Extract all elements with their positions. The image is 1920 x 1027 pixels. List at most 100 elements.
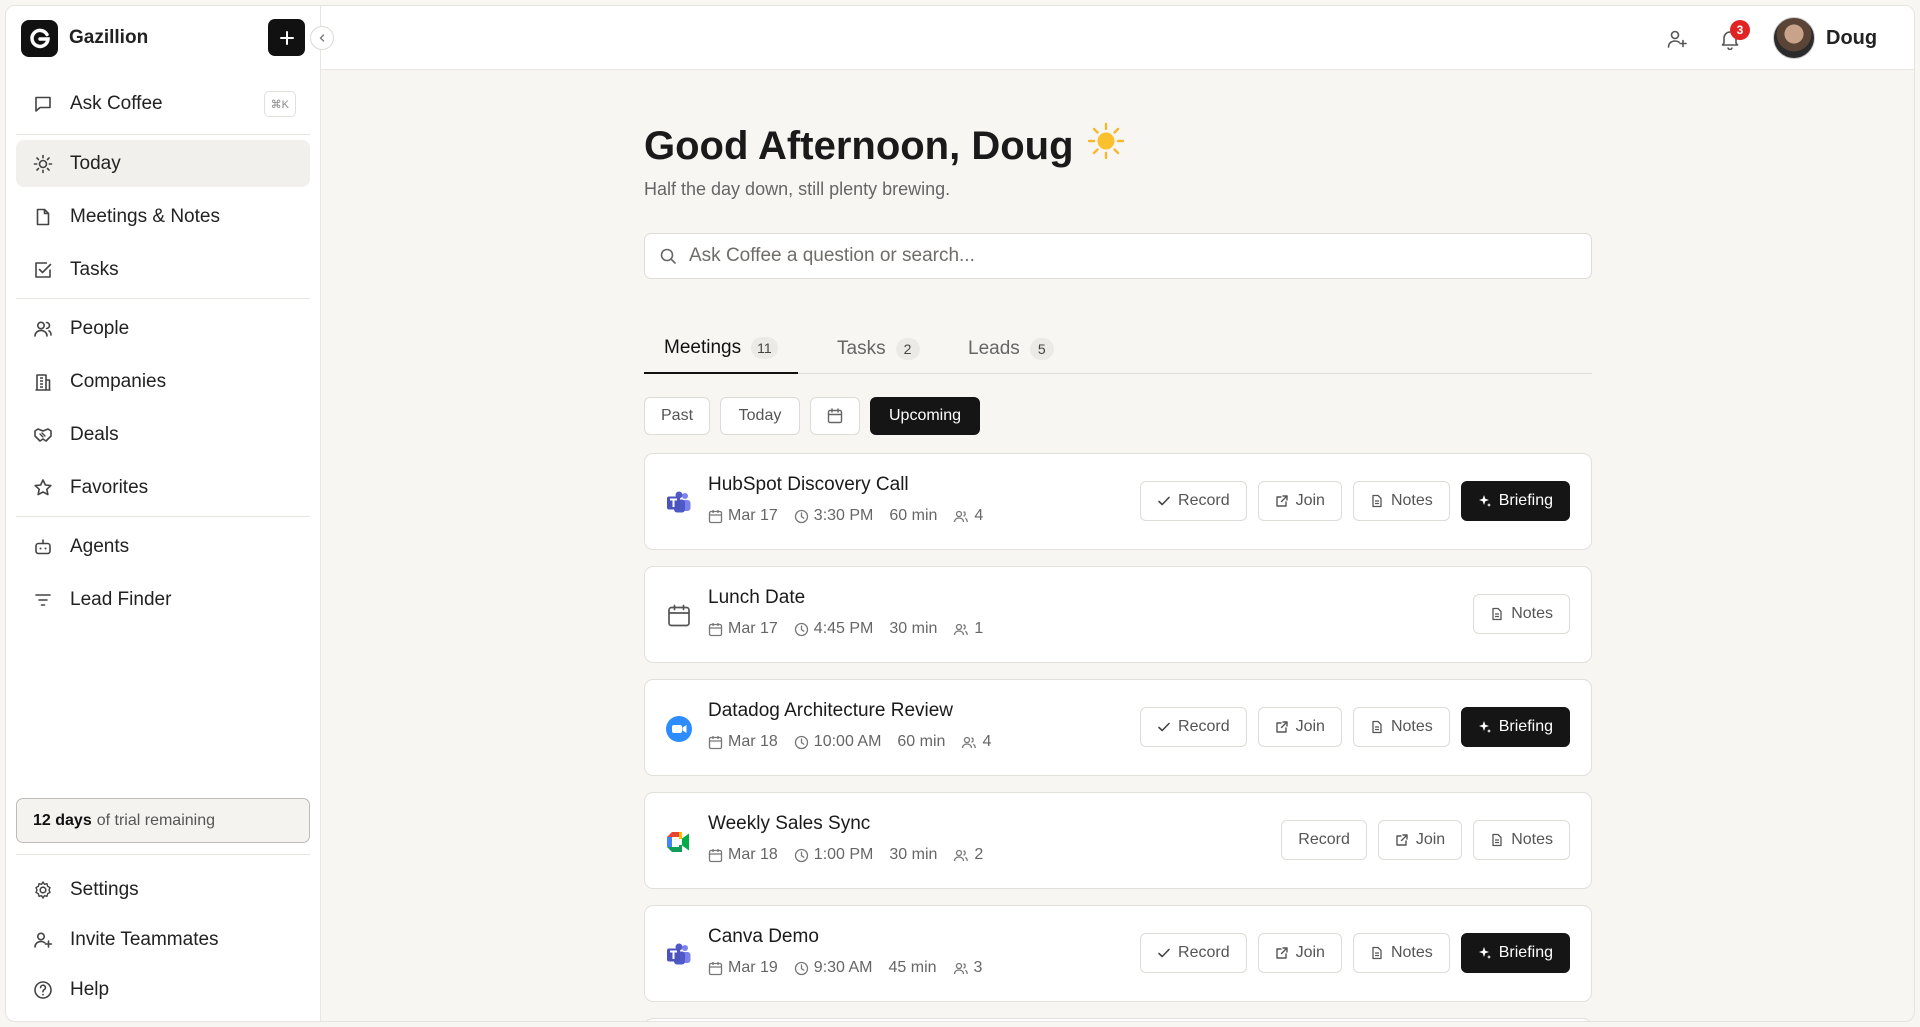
meeting-attendees: 3 — [973, 959, 983, 976]
record-button[interactable]: Record — [1140, 933, 1247, 973]
brand[interactable]: Gazillion — [21, 19, 148, 57]
meeting-title: Canva Demo — [708, 926, 819, 947]
notes-button[interactable]: Notes — [1473, 594, 1570, 634]
tab-tasks[interactable]: Tasks 2 — [837, 323, 920, 374]
calendar-icon — [827, 408, 843, 424]
meeting-card[interactable]: Canva Demo Mar 19 9:30 AM 45 min 3 Recor… — [644, 905, 1592, 1002]
clock-icon — [794, 735, 808, 749]
join-button[interactable]: Join — [1377, 820, 1463, 860]
notes-button[interactable]: Notes — [1352, 933, 1450, 973]
sidebar-item-meetings-notes[interactable]: Meetings & Notes — [16, 193, 310, 240]
check-icon — [1158, 948, 1170, 958]
tab-label: Leads — [968, 337, 1020, 359]
meeting-actions: Record Join Notes — [1281, 820, 1570, 860]
divider — [16, 134, 310, 135]
external-link-icon — [1275, 495, 1288, 507]
divider — [16, 298, 310, 299]
join-button[interactable]: Join — [1257, 481, 1342, 521]
meeting-actions: Record Join Notes Briefing — [1140, 933, 1570, 973]
record-button[interactable]: Record — [1140, 481, 1247, 521]
meeting-time: 9:30 AM — [813, 959, 873, 976]
sidebar-item-ask-coffee[interactable]: Ask Coffee ⌘K — [16, 80, 310, 127]
meeting-date: Mar 17 — [728, 620, 778, 637]
sidebar-item-label: Favorites — [70, 476, 149, 498]
sidebar-item-label: People — [70, 317, 130, 339]
meeting-card[interactable]: HubSpot Discovery Call Mar 17 3:30 PM 60… — [644, 453, 1592, 550]
meeting-card[interactable]: Lunch Date Mar 17 4:45 PM 30 min 1 Notes — [644, 566, 1592, 663]
meeting-time: 4:45 PM — [813, 620, 874, 637]
sidebar-item-tasks[interactable]: Tasks — [16, 246, 310, 293]
user-name[interactable]: Doug — [1826, 27, 1877, 50]
meeting-date: Mar 17 — [728, 507, 778, 524]
meeting-card-partial[interactable] — [644, 1018, 1592, 1021]
tab-count-badge: 5 — [1029, 337, 1054, 360]
notes-button[interactable]: Notes — [1352, 481, 1450, 521]
filter-past-button[interactable]: Past — [644, 397, 710, 435]
file-icon — [1372, 946, 1382, 960]
briefing-button[interactable]: Briefing — [1460, 933, 1570, 973]
trial-banner[interactable]: 12 days of trial remaining — [16, 798, 310, 843]
meeting-card[interactable]: Weekly Sales Sync Mar 18 1:00 PM 30 min … — [644, 792, 1592, 889]
sidebar-item-label: Lead Finder — [70, 588, 172, 610]
meeting-attendees: 1 — [974, 620, 984, 637]
search-box[interactable] — [644, 233, 1592, 279]
teams-icon — [665, 941, 693, 969]
file-icon — [1492, 607, 1502, 621]
meeting-time: 1:00 PM — [813, 846, 874, 863]
briefing-button[interactable]: Briefing — [1460, 707, 1570, 747]
tab-label: Meetings — [664, 336, 742, 358]
file-icon — [1492, 833, 1502, 847]
sidebar-item-help[interactable]: Help — [16, 966, 310, 1013]
notification-count-badge: 3 — [1730, 20, 1750, 40]
meeting-card[interactable]: Datadog Architecture Review Mar 18 10:00… — [644, 679, 1592, 776]
sidebar-item-invite-teammates[interactable]: Invite Teammates — [16, 916, 310, 963]
new-button[interactable] — [268, 19, 305, 56]
sidebar-item-people[interactable]: People — [16, 305, 310, 352]
people-icon — [962, 736, 977, 748]
join-button[interactable]: Join — [1257, 707, 1342, 747]
sidebar-item-favorites[interactable]: Favorites — [16, 464, 310, 511]
checkbox-icon — [32, 259, 54, 281]
invite-user-button[interactable] — [1664, 26, 1690, 52]
sidebar-item-agents[interactable]: Agents — [16, 523, 310, 570]
sidebar-item-deals[interactable]: Deals — [16, 411, 310, 458]
divider — [16, 854, 310, 855]
sun-icon — [32, 153, 54, 175]
meeting-duration: 60 min — [897, 733, 946, 750]
briefing-button[interactable]: Briefing — [1460, 481, 1570, 521]
filter-upcoming-button[interactable]: Upcoming — [870, 397, 980, 435]
search-icon — [660, 248, 676, 264]
meeting-title: Lunch Date — [708, 587, 806, 608]
meeting-meta: Mar 19 9:30 AM 45 min 3 — [708, 959, 998, 977]
subtitle: Half the day down, still plenty brewing. — [644, 179, 951, 199]
filter-date-button[interactable] — [810, 397, 860, 435]
avatar[interactable] — [1773, 17, 1815, 59]
sidebar-item-companies[interactable]: Companies — [16, 358, 310, 405]
gazillion-logo-icon — [21, 19, 58, 57]
sparkle-icon — [1478, 947, 1491, 959]
collapse-sidebar-button[interactable] — [310, 26, 334, 50]
meeting-duration: 60 min — [889, 507, 938, 524]
clock-icon — [794, 848, 808, 862]
trial-days: 12 days — [33, 811, 92, 829]
filter-today-button[interactable]: Today — [720, 397, 800, 435]
search-input[interactable] — [689, 245, 1569, 267]
tab-leads[interactable]: Leads 5 — [968, 323, 1054, 374]
meeting-meta: Mar 18 10:00 AM 60 min 4 — [708, 733, 1007, 751]
meeting-title: Datadog Architecture Review — [708, 700, 954, 721]
sidebar-item-lead-finder[interactable]: Lead Finder — [16, 576, 310, 623]
star-icon — [32, 477, 54, 499]
calendar-icon — [708, 848, 723, 862]
meeting-duration: 30 min — [889, 846, 938, 863]
tab-meetings[interactable]: Meetings 11 — [644, 323, 798, 374]
join-button[interactable]: Join — [1257, 933, 1342, 973]
record-button[interactable]: Record — [1140, 707, 1247, 747]
notes-button[interactable]: Notes — [1473, 820, 1570, 860]
sidebar-item-today[interactable]: Today — [16, 140, 310, 187]
meeting-date: Mar 18 — [728, 733, 778, 750]
notes-button[interactable]: Notes — [1352, 707, 1450, 747]
record-button[interactable]: Record — [1281, 820, 1367, 860]
meeting-actions: Notes — [1473, 594, 1570, 634]
meeting-filters: Past Today Upcoming — [644, 397, 980, 435]
sidebar-item-settings[interactable]: Settings — [16, 866, 310, 913]
